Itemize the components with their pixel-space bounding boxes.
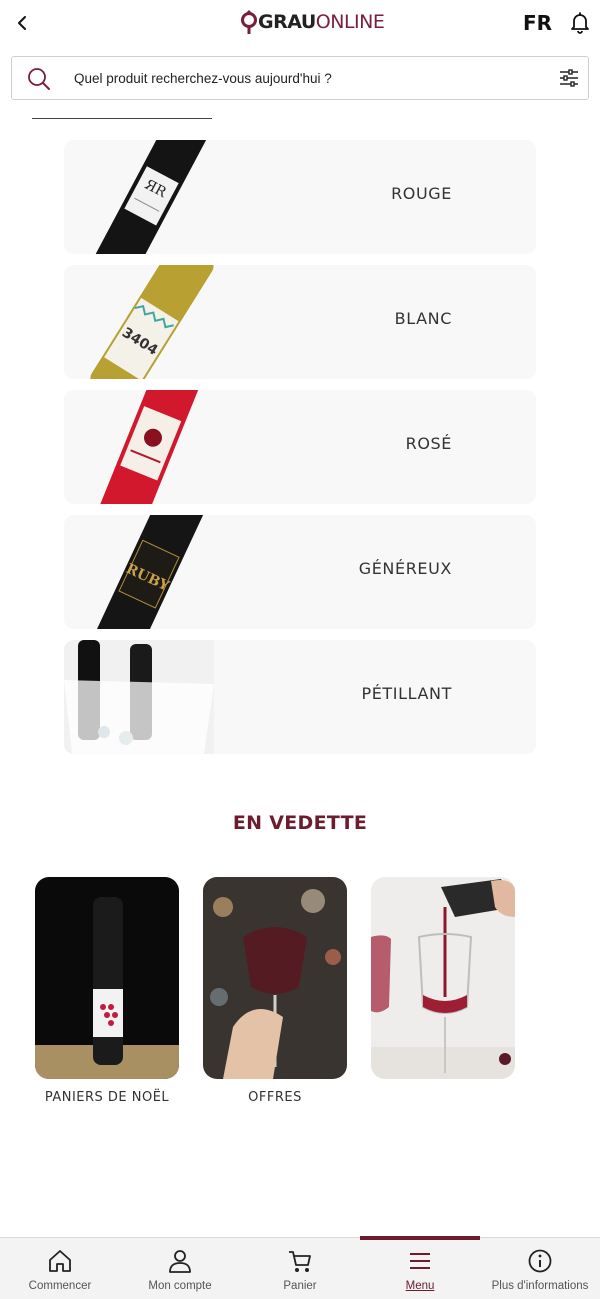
category-rouge[interactable]: ЯR ROUGE bbox=[64, 140, 536, 254]
category-blanc[interactable]: 3404 BLANC bbox=[64, 265, 536, 379]
nav-home[interactable]: Commencer bbox=[0, 1238, 120, 1299]
app-header: GRAUONLINE FR bbox=[0, 0, 600, 48]
language-selector[interactable]: FR bbox=[523, 11, 552, 35]
featured-card-christmas-baskets[interactable] bbox=[35, 877, 179, 1079]
filter-sliders-icon[interactable] bbox=[558, 67, 580, 89]
rose-wine-bottle-image bbox=[98, 390, 201, 504]
nav-label: Menu bbox=[405, 1280, 435, 1292]
wine-glass-toast-image bbox=[203, 877, 347, 1079]
search-bar bbox=[11, 56, 589, 100]
search-input[interactable] bbox=[74, 65, 544, 91]
user-icon bbox=[169, 1250, 191, 1273]
wine-pouring-image bbox=[371, 877, 515, 1079]
featured-card-offers[interactable] bbox=[203, 877, 347, 1079]
featured-label: PANIERS DE NOËL bbox=[44, 1090, 170, 1105]
brand-logo[interactable]: GRAUONLINE bbox=[240, 6, 385, 38]
red-wine-bottle-image: ЯR bbox=[95, 140, 207, 254]
fortified-wine-bottle-image: RUBY bbox=[95, 515, 205, 629]
featured-label: OFFRES bbox=[248, 1090, 302, 1105]
info-icon bbox=[528, 1249, 552, 1273]
featured-section-title: EN VEDETTE bbox=[232, 812, 368, 834]
category-label: PÉTILLANT bbox=[361, 684, 452, 703]
search-icon[interactable] bbox=[26, 66, 52, 92]
nav-label: Panier bbox=[283, 1280, 317, 1292]
category-label: GÉNÉREUX bbox=[358, 559, 452, 578]
logo-text: GRAUONLINE bbox=[258, 11, 385, 33]
nav-label: Plus d'informations bbox=[491, 1280, 589, 1292]
category-label: ROUGE bbox=[391, 184, 452, 203]
bell-icon[interactable] bbox=[568, 10, 592, 36]
white-wine-bottle-image: 3404 bbox=[90, 265, 214, 379]
category-petillant[interactable]: PÉTILLANT bbox=[64, 640, 536, 754]
home-icon bbox=[49, 1250, 71, 1272]
menu-icon bbox=[410, 1253, 430, 1269]
nav-info[interactable]: Plus d'informations bbox=[480, 1238, 600, 1299]
bottom-navigation: Commencer Mon compte Panier Menu Plus d'… bbox=[0, 1236, 600, 1299]
divider bbox=[32, 118, 212, 119]
featured-card-wine-pour[interactable] bbox=[371, 877, 515, 1079]
nav-cart[interactable]: Panier bbox=[240, 1238, 360, 1299]
sparkling-wine-bottles-image bbox=[64, 640, 214, 754]
nav-label: Commencer bbox=[28, 1280, 92, 1292]
christmas-basket-image bbox=[35, 877, 179, 1079]
category-rose[interactable]: ROSÉ bbox=[64, 390, 536, 504]
nav-account[interactable]: Mon compte bbox=[120, 1238, 240, 1299]
category-label: ROSÉ bbox=[405, 434, 452, 453]
cart-icon bbox=[289, 1251, 311, 1272]
nav-menu[interactable]: Menu bbox=[360, 1236, 480, 1299]
grape-logo-icon bbox=[241, 10, 257, 34]
back-arrow-icon[interactable] bbox=[12, 10, 34, 36]
category-genereux[interactable]: RUBY GÉNÉREUX bbox=[64, 515, 536, 629]
category-label: BLANC bbox=[394, 309, 452, 328]
nav-label: Mon compte bbox=[148, 1280, 212, 1292]
